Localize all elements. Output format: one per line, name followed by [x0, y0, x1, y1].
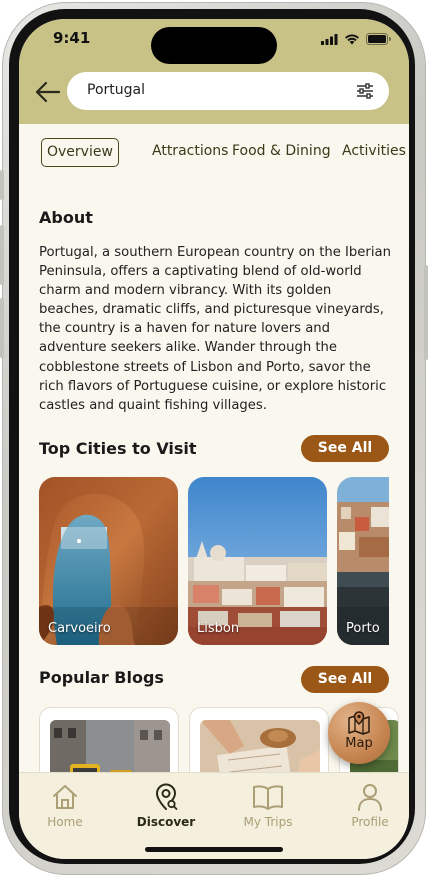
- travel-planning-photo: [200, 720, 320, 772]
- top-cities-title: Top Cities to Visit: [39, 439, 197, 458]
- city-card-porto[interactable]: Porto: [337, 477, 389, 645]
- popular-blogs-see-all-button[interactable]: See All: [301, 666, 389, 693]
- volume-up-button: [0, 225, 4, 285]
- home-indicator: [145, 847, 283, 852]
- cellular-signal-icon: [321, 33, 338, 45]
- porto-photo: [337, 477, 389, 645]
- home-icon: [53, 785, 77, 809]
- discover-icon: [155, 783, 178, 810]
- tab-activities[interactable]: Activities: [342, 138, 406, 167]
- power-button: [424, 265, 428, 360]
- nav-home[interactable]: Home: [25, 783, 105, 833]
- volume-down-button: [0, 298, 4, 358]
- tab-food-dining[interactable]: Food & Dining: [232, 138, 331, 167]
- city-label-carvoeiro: Carvoeiro: [48, 621, 111, 636]
- blog-card-2[interactable]: [189, 707, 329, 772]
- screen: 9:41 Portugal Overview Attractions Food …: [19, 19, 409, 859]
- status-time: 9:41: [53, 29, 91, 47]
- tab-attractions[interactable]: Attractions: [152, 138, 228, 167]
- book-icon: [253, 785, 283, 810]
- wifi-icon: [345, 34, 359, 45]
- search-input[interactable]: Portugal: [87, 82, 145, 98]
- nav-discover-label: Discover: [136, 815, 196, 829]
- nav-profile[interactable]: Profile: [330, 783, 409, 833]
- blog-image-1: [50, 720, 170, 772]
- about-text: Portugal, a southern European country on…: [39, 245, 391, 413]
- city-card-carvoeiro[interactable]: Carvoeiro: [39, 477, 178, 645]
- city-label-lisbon: Lisbon: [197, 621, 240, 636]
- city-label-porto: Porto: [346, 621, 380, 636]
- arrow-left-icon: [35, 81, 61, 103]
- map-button-label: Map: [345, 736, 373, 751]
- city-card-lisbon[interactable]: Lisbon: [188, 477, 327, 645]
- lisbon-photo: [188, 477, 327, 645]
- nav-home-label: Home: [47, 815, 83, 829]
- person-icon: [358, 784, 382, 811]
- sliders-icon: [357, 83, 373, 99]
- bottom-tab-bar: Home Discover My Trips Profile: [19, 772, 409, 859]
- category-tabs: Overview Attractions Food & Dining Activ…: [39, 138, 409, 168]
- popular-blogs-title: Popular Blogs: [39, 668, 164, 687]
- about-title: About: [39, 208, 93, 227]
- nav-my-trips-label: My Trips: [243, 815, 293, 829]
- dynamic-island: [151, 27, 277, 64]
- battery-icon: [366, 33, 391, 45]
- top-cities-see-all-button[interactable]: See All: [301, 435, 389, 462]
- top-header: 9:41 Portugal: [19, 19, 409, 124]
- blog-card-1[interactable]: [39, 707, 179, 772]
- content-area[interactable]: Overview Attractions Food & Dining Activ…: [19, 124, 409, 772]
- search-bar[interactable]: Portugal: [67, 72, 389, 110]
- nav-my-trips[interactable]: My Trips: [228, 783, 308, 833]
- mute-switch: [0, 170, 4, 200]
- tab-overview[interactable]: Overview: [41, 138, 119, 167]
- nav-discover[interactable]: Discover: [126, 783, 206, 833]
- tram-street-photo: [50, 720, 170, 772]
- status-icons: [321, 33, 391, 45]
- blog-image-2: [200, 720, 320, 772]
- map-button[interactable]: Map: [328, 702, 390, 764]
- nav-profile-label: Profile: [351, 815, 389, 829]
- back-button[interactable]: [35, 81, 65, 105]
- carvoeiro-photo: [39, 477, 178, 645]
- filter-button[interactable]: [355, 82, 375, 100]
- map-pin-icon: [348, 711, 370, 735]
